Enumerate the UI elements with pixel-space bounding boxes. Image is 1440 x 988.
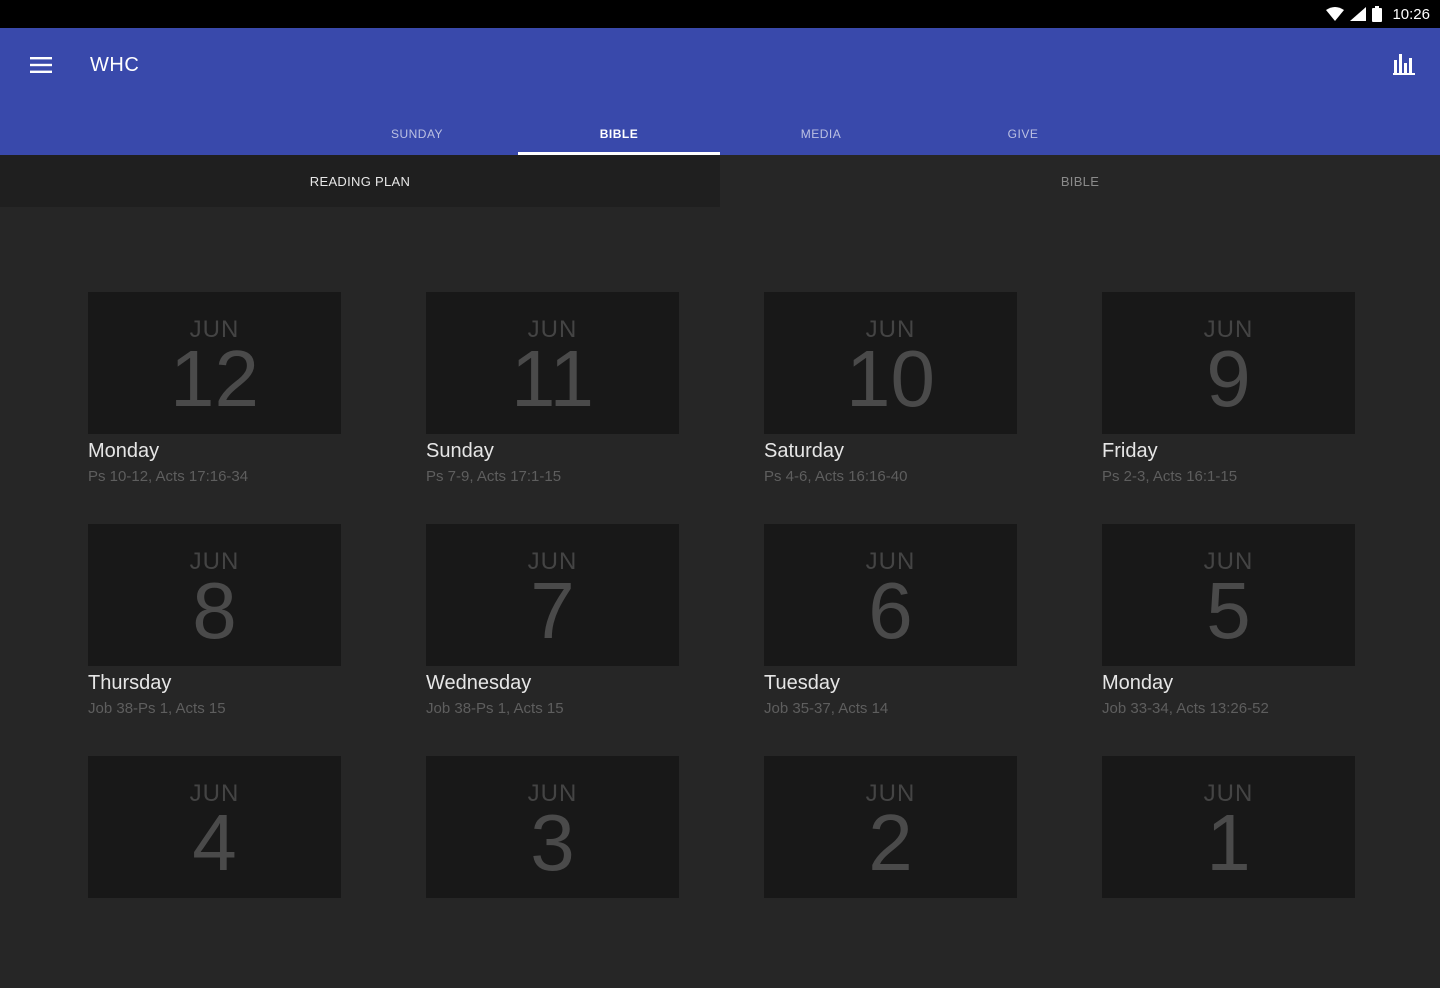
- date-day: 3: [530, 798, 575, 887]
- status-time: 10:26: [1392, 5, 1430, 23]
- date-day: 6: [868, 566, 913, 655]
- main-tabs: SUNDAY BIBLE MEDIA GIVE: [316, 112, 1124, 155]
- sub-tab-reading-plan[interactable]: READING PLAN: [0, 155, 720, 207]
- weekday-label: Thursday: [88, 672, 172, 694]
- date-day: 1: [1206, 798, 1251, 887]
- date-tile: JUN 7: [426, 524, 679, 666]
- plan-card[interactable]: JUN 10 Saturday Ps 4-6, Acts 16:16-40: [764, 292, 1017, 524]
- date-day: 8: [192, 566, 237, 655]
- weekday-label: Saturday: [764, 440, 845, 462]
- date-day: 2: [868, 798, 913, 887]
- plan-card[interactable]: JUN 4: [88, 756, 341, 988]
- date-day: 4: [192, 798, 237, 887]
- plan-card[interactable]: JUN 6 Tuesday Job 35-37, Acts 14: [764, 524, 1017, 756]
- plan-card[interactable]: JUN 2: [764, 756, 1017, 988]
- date-tile: JUN 6: [764, 524, 1017, 666]
- date-tile: JUN 4: [88, 756, 341, 898]
- date-tile: JUN 11: [426, 292, 679, 434]
- weekday-label: Monday: [1102, 672, 1174, 694]
- plan-card[interactable]: JUN 12 Monday Ps 10-12, Acts 17:16-34: [88, 292, 341, 524]
- bar-chart-icon[interactable]: [1388, 48, 1420, 80]
- weekday-label: Wednesday: [426, 672, 532, 694]
- tab-sunday[interactable]: SUNDAY: [316, 112, 518, 155]
- plan-card[interactable]: JUN 11 Sunday Ps 7-9, Acts 17:1-15: [426, 292, 679, 524]
- plan-card[interactable]: JUN 3: [426, 756, 679, 988]
- readings-label: Job 38-Ps 1, Acts 15: [88, 700, 226, 717]
- date-tile: JUN 9: [1102, 292, 1355, 434]
- reading-plan-grid: JUN 12 Monday Ps 10-12, Acts 17:16-34 JU…: [88, 292, 1355, 988]
- date-day: 7: [530, 566, 575, 655]
- status-icons: 10:26: [1326, 5, 1430, 23]
- weekday-label: Friday: [1102, 440, 1158, 462]
- date-day: 10: [846, 334, 935, 423]
- readings-label: Ps 4-6, Acts 16:16-40: [764, 468, 908, 485]
- readings-label: Job 33-34, Acts 13:26-52: [1102, 700, 1269, 717]
- date-tile: JUN 2: [764, 756, 1017, 898]
- tab-give[interactable]: GIVE: [922, 112, 1124, 155]
- date-tile: JUN 12: [88, 292, 341, 434]
- app-title: WHC: [90, 54, 140, 76]
- plan-card[interactable]: JUN 9 Friday Ps 2-3, Acts 16:1-15: [1102, 292, 1355, 524]
- date-day: 5: [1206, 566, 1251, 655]
- date-tile: JUN 10: [764, 292, 1017, 434]
- battery-icon: [1372, 6, 1383, 22]
- weekday-label: Tuesday: [764, 672, 840, 694]
- plan-card[interactable]: JUN 1: [1102, 756, 1355, 988]
- signal-icon: [1350, 7, 1367, 21]
- app-bar: WHC SUNDAY BIBLE MEDIA GIVE: [0, 28, 1440, 155]
- plan-card[interactable]: JUN 8 Thursday Job 38-Ps 1, Acts 15: [88, 524, 341, 756]
- wifi-icon: [1326, 7, 1345, 21]
- sub-tabs: READING PLAN BIBLE: [0, 155, 1440, 207]
- sub-tab-bible[interactable]: BIBLE: [720, 155, 1440, 207]
- plan-card[interactable]: JUN 5 Monday Job 33-34, Acts 13:26-52: [1102, 524, 1355, 756]
- menu-icon[interactable]: [24, 50, 58, 80]
- date-day: 12: [170, 334, 259, 423]
- plan-card[interactable]: JUN 7 Wednesday Job 38-Ps 1, Acts 15: [426, 524, 679, 756]
- tab-bible[interactable]: BIBLE: [518, 112, 720, 155]
- readings-label: Ps 10-12, Acts 17:16-34: [88, 468, 249, 485]
- weekday-label: Monday: [88, 440, 160, 462]
- readings-label: Ps 7-9, Acts 17:1-15: [426, 468, 562, 485]
- tab-media[interactable]: MEDIA: [720, 112, 922, 155]
- date-day: 11: [510, 334, 595, 423]
- weekday-label: Sunday: [426, 440, 494, 462]
- date-tile: JUN 3: [426, 756, 679, 898]
- date-tile: JUN 5: [1102, 524, 1355, 666]
- readings-label: Job 35-37, Acts 14: [764, 700, 889, 717]
- readings-label: Ps 2-3, Acts 16:1-15: [1102, 468, 1238, 485]
- date-tile: JUN 1: [1102, 756, 1355, 898]
- readings-label: Job 38-Ps 1, Acts 15: [426, 700, 564, 717]
- date-tile: JUN 8: [88, 524, 341, 666]
- date-day: 9: [1206, 334, 1251, 423]
- status-bar: 10:26: [0, 0, 1440, 28]
